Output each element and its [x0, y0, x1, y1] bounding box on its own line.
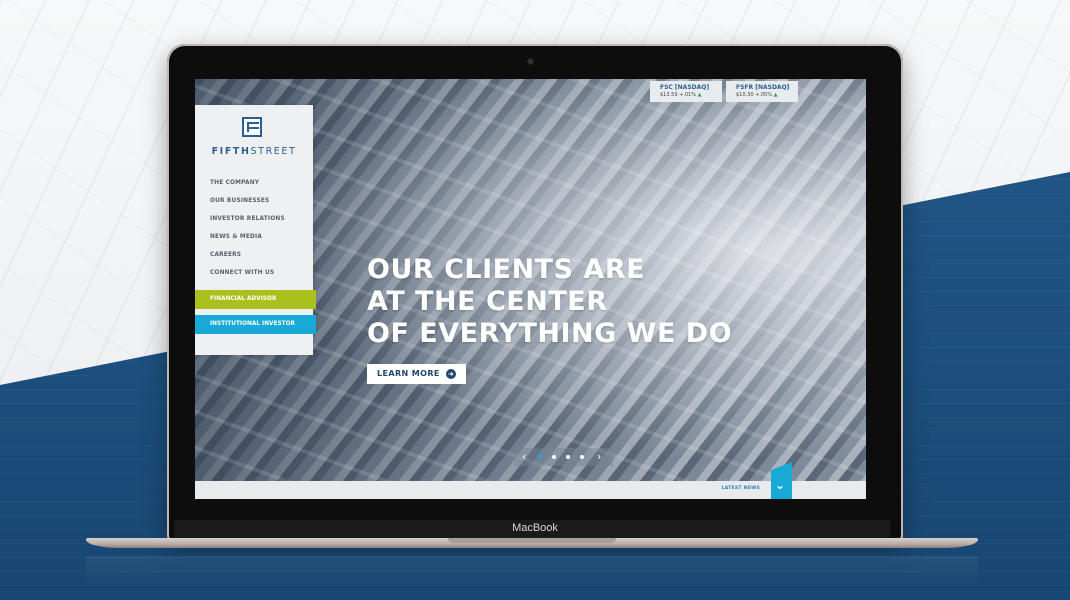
laptop-screen: FSC [NASDAQ] $13.59 +.01% ▲ FSFR [NASDAQ…	[195, 79, 866, 499]
carousel-dot[interactable]	[566, 455, 570, 459]
hero-line-2: AT THE CENTER	[367, 286, 608, 317]
arrow-up-icon: ▲	[773, 92, 778, 98]
ticker-fsc[interactable]: FSC [NASDAQ] $13.59 +.01% ▲	[650, 81, 722, 102]
arrow-up-icon: ▲	[697, 92, 702, 98]
nav-item-investor-relations[interactable]: INVESTOR RELATIONS	[210, 210, 285, 228]
carousel-dot[interactable]	[580, 455, 584, 459]
laptop-reflection	[86, 556, 978, 586]
nav-item-news-media[interactable]: NEWS & MEDIA	[210, 228, 285, 246]
financial-advisor-button[interactable]: FINANCIAL ADVISOR	[195, 290, 316, 309]
side-navigation: FIFTHSTREET THE COMPANY OUR BUSINESSES I…	[195, 105, 316, 355]
learn-more-button[interactable]: LEARN MORE ➜	[367, 364, 466, 384]
chevron-down-icon: ⌄	[775, 478, 786, 492]
laptop-opening-notch	[448, 538, 616, 543]
ticker-value: $13.59 +.01% ▲	[660, 92, 722, 98]
chevron-right-icon[interactable]: ›	[597, 449, 601, 465]
arrow-right-icon: ➜	[446, 369, 456, 379]
institutional-investor-button[interactable]: INSTITUTIONAL INVESTOR	[195, 315, 316, 334]
footer-bar: LATEST NEWS	[195, 481, 866, 499]
hero-line-1: OUR CLIENTS ARE	[367, 254, 646, 285]
nav-item-careers[interactable]: CAREERS	[210, 246, 285, 264]
nav-menu: THE COMPANY OUR BUSINESSES INVESTOR RELA…	[210, 174, 285, 282]
ticker-change: +.05%	[755, 92, 772, 98]
device-brand-label: MacBook	[512, 522, 558, 534]
nav-item-connect-with-us[interactable]: CONNECT WITH US	[210, 264, 285, 282]
ticker-value: $10.30 +.05% ▲	[736, 92, 798, 98]
logo-wordmark[interactable]: FIFTHSTREET	[195, 146, 313, 157]
ticker-change: +.01%	[679, 92, 696, 98]
hero-line-3: OF EVERYTHING WE DO	[367, 318, 733, 349]
carousel-controls: ‹ ›	[515, 448, 613, 466]
carousel-dot[interactable]	[538, 455, 542, 459]
nav-item-our-businesses[interactable]: OUR BUSINESSES	[210, 192, 285, 210]
ticker-price: $10.30	[736, 92, 754, 98]
latest-news-toggle[interactable]: ⌄	[771, 462, 792, 499]
camera-icon	[528, 59, 533, 64]
chevron-left-icon[interactable]: ‹	[522, 449, 526, 465]
nav-item-the-company[interactable]: THE COMPANY	[210, 174, 285, 192]
ticker-symbol: FSFR [NASDAQ]	[736, 84, 790, 91]
logo-text-bold: FIFTH	[211, 146, 251, 157]
carousel-dot[interactable]	[552, 455, 556, 459]
logo-text-light: STREET	[250, 146, 297, 157]
fifthstreet-logo-icon[interactable]	[242, 117, 262, 137]
ticker-fsfr[interactable]: FSFR [NASDAQ] $10.30 +.05% ▲	[726, 81, 798, 102]
ticker-price: $13.59	[660, 92, 678, 98]
learn-more-label: LEARN MORE	[377, 369, 440, 378]
hero-headline: OUR CLIENTS ARE AT THE CENTER OF EVERYTH…	[367, 254, 732, 350]
ticker-symbol: FSC [NASDAQ]	[660, 84, 710, 91]
latest-news-label[interactable]: LATEST NEWS	[722, 486, 760, 491]
